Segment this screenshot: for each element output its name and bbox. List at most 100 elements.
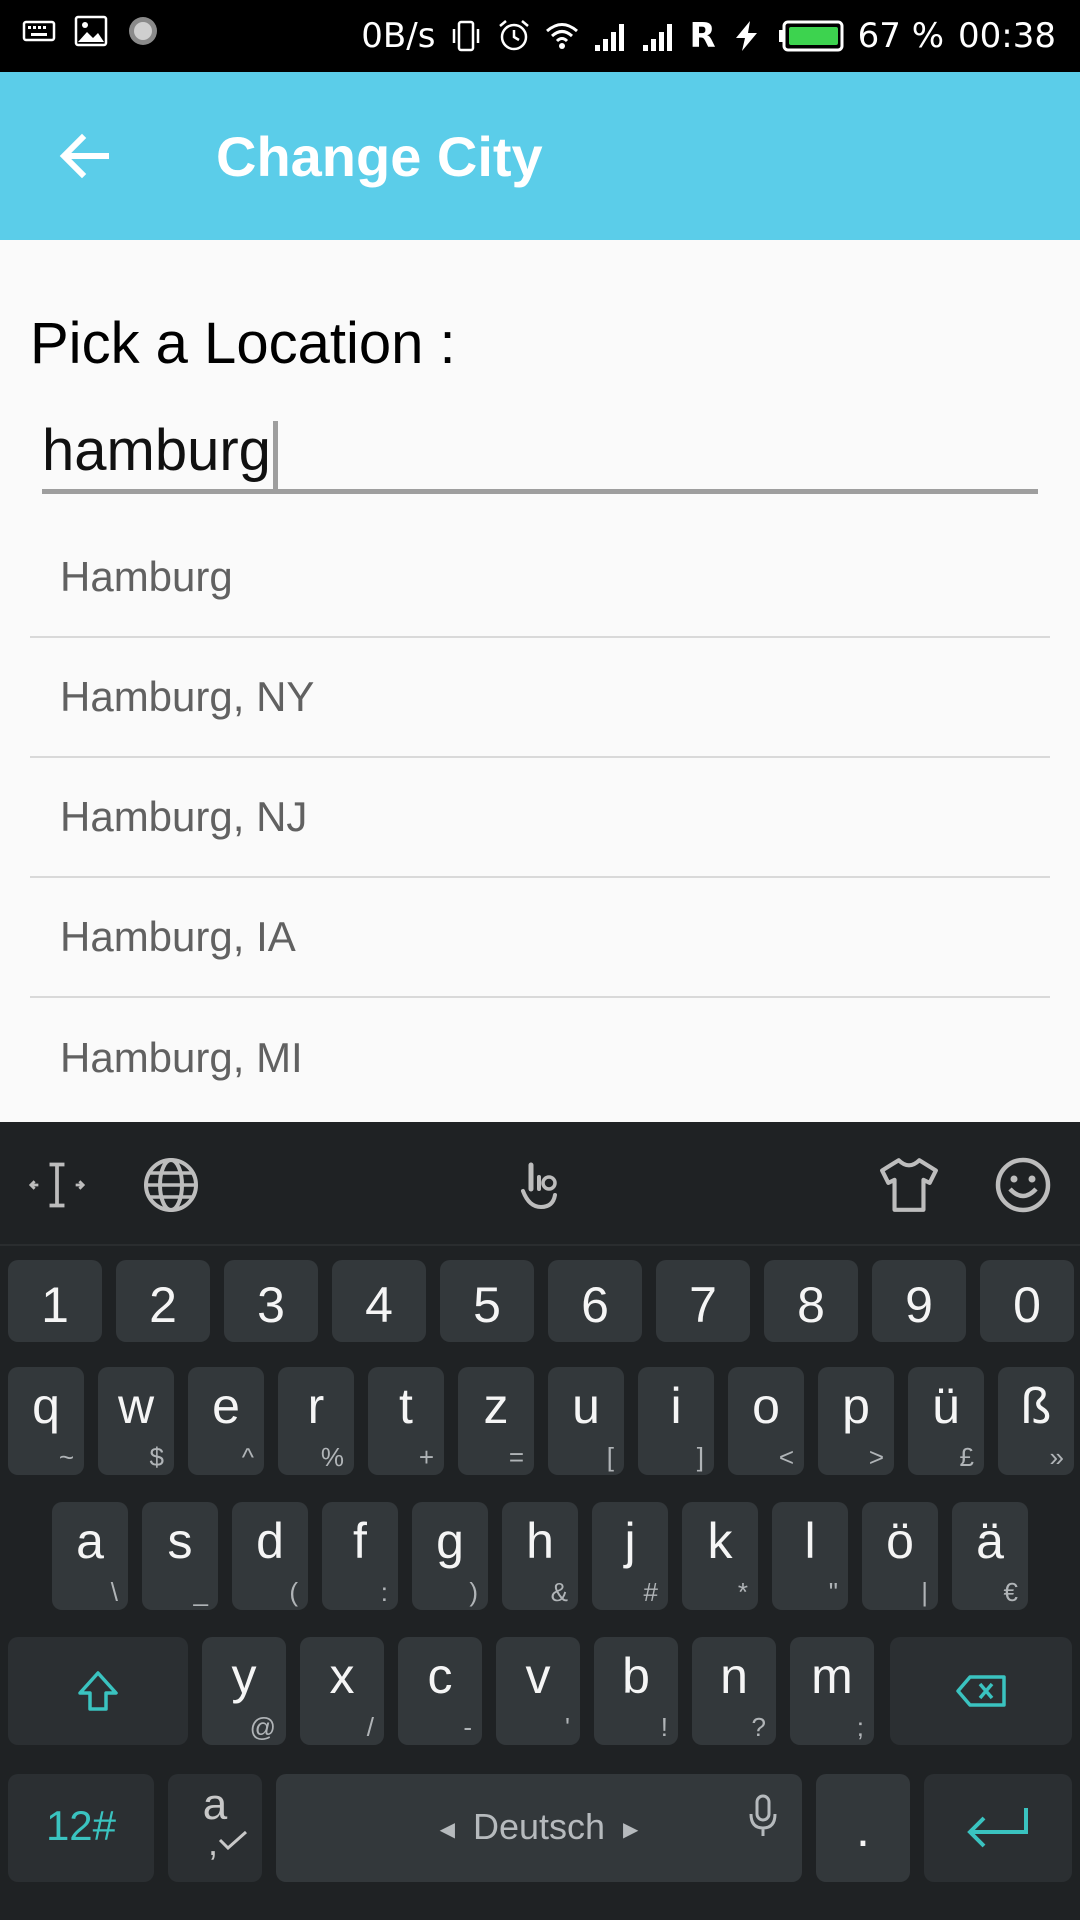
key-label: t — [399, 1378, 413, 1434]
key-o[interactable]: o < — [728, 1367, 804, 1475]
key-b[interactable]: b! — [594, 1637, 678, 1745]
suggestion-list: Hamburg Hamburg, NY Hamburg, NJ Hamburg,… — [30, 518, 1050, 1118]
key-j[interactable]: j # — [592, 1502, 668, 1610]
back-button[interactable] — [44, 118, 124, 194]
theme-shirt-icon — [880, 1158, 938, 1212]
key-o-umlaut[interactable]: ö | — [862, 1502, 938, 1610]
key-x[interactable]: x / — [300, 1637, 384, 1745]
key-3[interactable]: 3 — [224, 1260, 318, 1342]
period-key[interactable]: . — [816, 1774, 910, 1882]
key-sublabel: > — [868, 1442, 884, 1472]
lang-switch-key[interactable]: a , — [168, 1774, 262, 1882]
key-a[interactable]: a \ — [52, 1502, 128, 1610]
key-label: 0 — [1013, 1277, 1041, 1333]
city-search-input[interactable]: hamburg — [42, 410, 1038, 494]
emoji-icon — [995, 1157, 1051, 1213]
enter-key[interactable] — [924, 1774, 1072, 1882]
backspace-key[interactable] — [890, 1637, 1072, 1745]
key-h[interactable]: h & — [502, 1502, 578, 1610]
key-sublabel: : — [380, 1577, 388, 1607]
backspace-icon — [956, 1675, 1006, 1707]
key-l[interactable]: l " — [772, 1502, 848, 1610]
key-label: p — [842, 1378, 870, 1434]
key-label: s — [167, 1513, 193, 1569]
suggestion-item[interactable]: Hamburg, MI — [30, 998, 1050, 1118]
chevron-right-icon: ▶ — [623, 1818, 639, 1841]
key-8[interactable]: 8 — [764, 1260, 858, 1342]
shift-key[interactable] — [8, 1637, 188, 1745]
key-label: 7 — [689, 1277, 717, 1333]
suggestion-item[interactable]: Hamburg — [30, 518, 1050, 638]
key-g[interactable]: g) — [412, 1502, 488, 1610]
key-q[interactable]: q ~ — [8, 1367, 84, 1475]
key-sublabel: * — [737, 1577, 748, 1607]
page-title: Change City — [216, 125, 543, 188]
key-y[interactable]: y @ — [202, 1637, 286, 1745]
key-f[interactable]: f: — [322, 1502, 398, 1610]
theme-button[interactable] — [876, 1152, 942, 1218]
key-e[interactable]: e ^ — [188, 1367, 264, 1475]
key-t[interactable]: t + — [368, 1367, 444, 1475]
clock: 00:38 — [958, 16, 1056, 56]
key-label: 2 — [149, 1277, 177, 1333]
key-sublabel: / — [366, 1712, 374, 1742]
key-label: 8 — [797, 1277, 825, 1333]
suggestion-item[interactable]: Hamburg, IA — [30, 878, 1050, 998]
signal-2-icon — [643, 24, 673, 51]
key-2[interactable]: 2 — [116, 1260, 210, 1342]
key-i[interactable]: i] — [638, 1367, 714, 1475]
key-1[interactable]: 1 — [8, 1260, 102, 1342]
key-sublabel: ' — [565, 1712, 570, 1742]
key-m[interactable]: m; — [790, 1637, 874, 1745]
key-sublabel: & — [550, 1577, 568, 1607]
suggestion-item[interactable]: Hamburg, NJ — [30, 758, 1050, 878]
key-w[interactable]: w $ — [98, 1367, 174, 1475]
key-s[interactable]: s _ — [142, 1502, 218, 1610]
key-label: h — [526, 1513, 554, 1569]
key-sublabel: ^ — [241, 1442, 254, 1472]
key-label: v — [525, 1648, 551, 1704]
key-sublabel: ! — [660, 1712, 668, 1742]
key-0[interactable]: 0 — [980, 1260, 1074, 1342]
signal-1-icon — [595, 24, 625, 51]
key-k[interactable]: k * — [682, 1502, 758, 1610]
key-z[interactable]: z = — [458, 1367, 534, 1475]
key-u-umlaut[interactable]: ü £ — [908, 1367, 984, 1475]
battery-percentage: 67 % — [857, 16, 945, 56]
key-n[interactable]: n? — [692, 1637, 776, 1745]
key-5[interactable]: 5 — [440, 1260, 534, 1342]
vibrate-icon — [453, 20, 480, 52]
key-sublabel: \ — [110, 1577, 118, 1607]
key-9[interactable]: 9 — [872, 1260, 966, 1342]
key-label: 12# — [45, 1802, 117, 1849]
key-r[interactable]: r% — [278, 1367, 354, 1475]
key-4[interactable]: 4 — [332, 1260, 426, 1342]
key-label: ä — [976, 1513, 1004, 1569]
key-u[interactable]: u[ — [548, 1367, 624, 1475]
key-c[interactable]: c- — [398, 1637, 482, 1745]
key-d[interactable]: d( — [232, 1502, 308, 1610]
key-eszett[interactable]: ß» — [998, 1367, 1074, 1475]
key-label: e — [212, 1378, 240, 1434]
gesture-button[interactable] — [506, 1152, 572, 1218]
key-sublabel: # — [643, 1577, 658, 1607]
key-label: c — [427, 1648, 453, 1704]
symbols-key[interactable]: 12# — [8, 1774, 154, 1882]
suggestion-item[interactable]: Hamburg, NY — [30, 638, 1050, 758]
key-a-umlaut[interactable]: ä € — [952, 1502, 1028, 1610]
battery-icon — [778, 20, 844, 52]
key-p[interactable]: p > — [818, 1367, 894, 1475]
key-sublabel: ) — [469, 1577, 478, 1607]
chevron-left-icon: ◀ — [439, 1818, 455, 1841]
key-label: g — [436, 1513, 464, 1569]
emoji-button[interactable] — [990, 1152, 1056, 1218]
cursor-button[interactable] — [24, 1152, 90, 1218]
key-7[interactable]: 7 — [656, 1260, 750, 1342]
space-key[interactable]: ◀ Deutsch ▶ — [276, 1774, 802, 1882]
language-button[interactable] — [138, 1152, 204, 1218]
key-sublabel: % — [320, 1442, 344, 1472]
microphone-icon — [749, 1794, 777, 1836]
key-6[interactable]: 6 — [548, 1260, 642, 1342]
status-left — [22, 14, 160, 48]
key-v[interactable]: v ' — [496, 1637, 580, 1745]
